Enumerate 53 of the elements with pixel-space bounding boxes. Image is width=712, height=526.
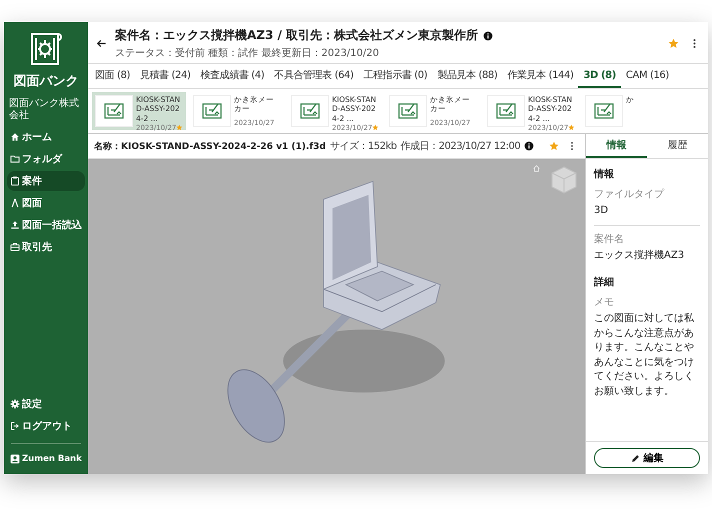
tab[interactable]: 工程指示書 (0)	[358, 64, 432, 88]
section-heading: 情報	[594, 168, 615, 181]
clipboard-icon	[10, 176, 20, 186]
nav-item[interactable]: 図面	[7, 193, 85, 213]
info-icon	[524, 141, 534, 151]
file-size: サイズ：152kb	[330, 140, 397, 153]
tab[interactable]: 情報	[586, 134, 647, 158]
nav-item[interactable]: フォルダ	[7, 149, 85, 169]
star-icon	[176, 123, 183, 132]
logout-icon	[10, 421, 20, 431]
back-arrow-icon	[96, 38, 107, 49]
star-icon	[372, 123, 379, 132]
nav-item[interactable]: ログアウト	[7, 416, 85, 436]
tab[interactable]: 不具合管理表 (64)	[269, 64, 359, 88]
page-subtitle: ステータス：受付前 種類：試作 最終更新日：2023/10/20	[115, 46, 380, 60]
info-icon	[483, 30, 494, 40]
home-icon	[10, 132, 20, 142]
user-icon	[10, 454, 20, 464]
field-label: 案件名	[594, 232, 625, 246]
field-label: ファイルタイプ	[594, 188, 666, 201]
tab[interactable]: 見積書 (24)	[134, 64, 196, 88]
field-value: 3D	[594, 204, 610, 218]
nav-item[interactable]: 案件	[7, 171, 85, 191]
field-value: エックス撹拌機AZ3	[594, 248, 686, 262]
pencil-icon	[630, 454, 640, 462]
file-name: 名称：KIOSK-STAND-ASSY-2024-2-26 v1 (1).f3d	[94, 140, 326, 152]
home-icon	[532, 164, 541, 173]
tab[interactable]: 図面 (8)	[90, 64, 135, 88]
tab[interactable]: 作業見本 (144)	[502, 64, 578, 88]
briefcase-icon	[10, 242, 20, 252]
nav-item[interactable]: 取引先	[7, 237, 85, 257]
page-title: 案件名：エックス撹拌機AZ3 / 取引先：株式会社ズメン東京製作所	[115, 27, 478, 44]
tab[interactable]: CAM (16)	[620, 64, 674, 88]
folder-icon	[10, 154, 20, 164]
section-heading: 詳細	[594, 276, 615, 289]
edit-button[interactable]: 編集	[594, 448, 700, 468]
upload-icon	[10, 220, 20, 230]
tab[interactable]: 履歴	[647, 134, 708, 158]
field-value: この図面に対しては私からこんな注意点があります。こんなことやあんなことに気をつけてください。よろしくお願い致します。	[594, 312, 695, 398]
star-icon	[568, 123, 575, 132]
settings-icon	[10, 399, 20, 409]
nav-item[interactable]: 設定	[7, 394, 85, 414]
nav-item[interactable]: ホーム	[7, 127, 85, 147]
field-label: メモ	[594, 296, 615, 309]
compass-icon	[10, 198, 20, 208]
logo-text: 図面バンク	[12, 73, 80, 90]
view-cube-icon	[549, 165, 579, 195]
tab[interactable]: 検査成績書 (4)	[195, 64, 270, 88]
nav-item[interactable]: 図面一括読込	[7, 215, 85, 235]
tab[interactable]: 製品見本 (88)	[432, 64, 502, 88]
company-name: 図面バンク株式会社	[9, 98, 80, 122]
file-created: 作成日：2023/10/27 12:00	[400, 140, 520, 153]
user-account[interactable]: Zumen Bank	[7, 451, 85, 467]
